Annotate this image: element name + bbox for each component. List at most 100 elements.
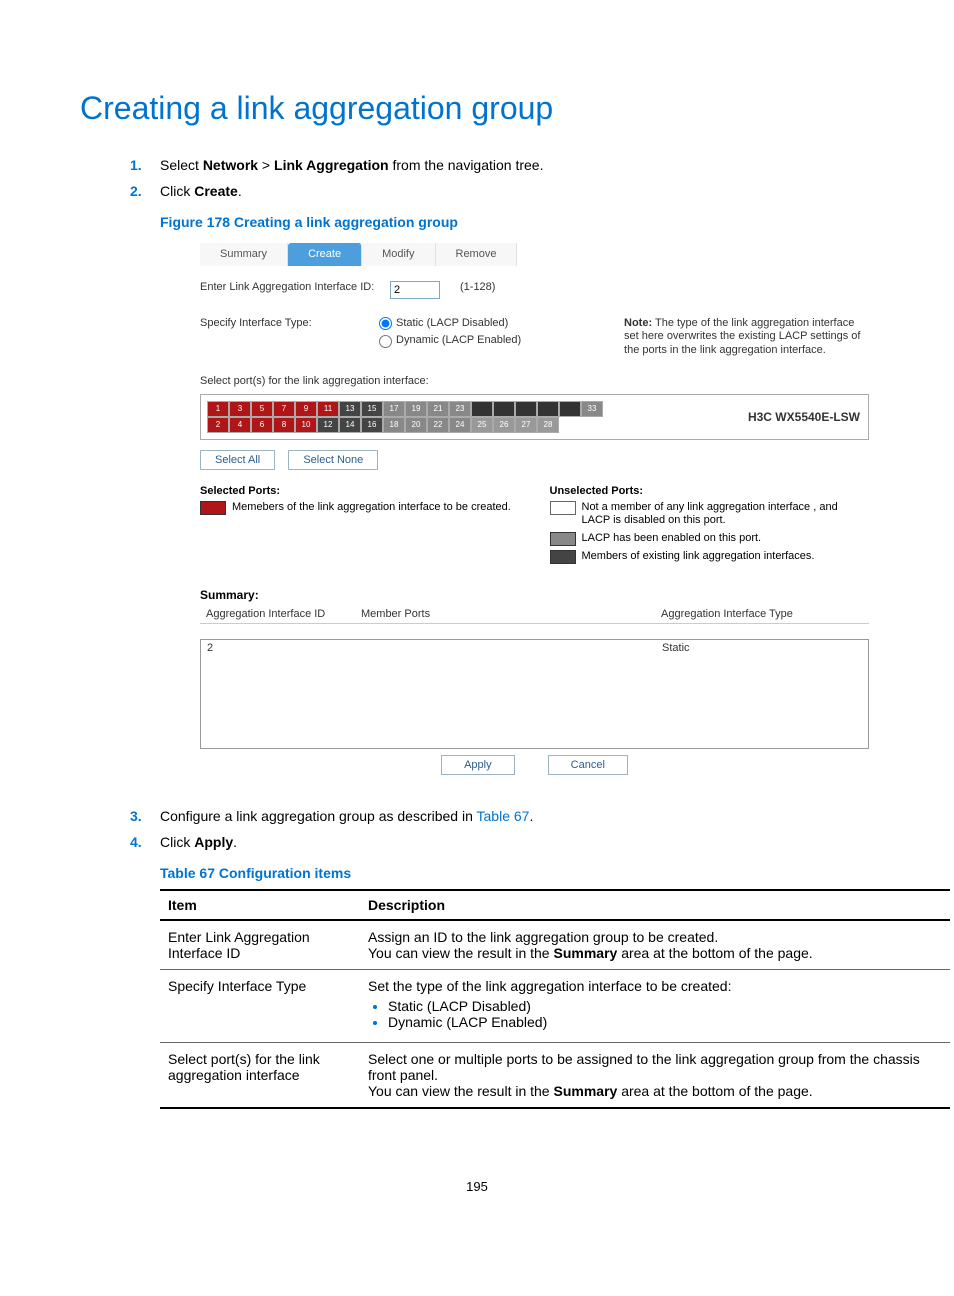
step-4-num: 4. (130, 834, 142, 850)
interface-type-label: Specify Interface Type: (200, 317, 379, 330)
step-4-text: Click Apply. (160, 834, 237, 850)
swatch-existing-member (550, 550, 576, 564)
summary-row-id: 2 (207, 642, 362, 655)
summary-col-id: Aggregation Interface ID (206, 608, 361, 621)
port-18[interactable]: 18 (383, 417, 405, 433)
radio-static[interactable]: Static (LACP Disabled) (379, 317, 508, 330)
port-10[interactable]: 10 (295, 417, 317, 433)
figure-screenshot: Summary Create Modify Remove Enter Link … (195, 235, 874, 803)
summary-col-ports: Member Ports (361, 608, 661, 621)
port-21[interactable]: 21 (427, 401, 449, 417)
th-desc: Description (360, 890, 950, 920)
step-1-text: Select Network > Link Aggregation from t… (160, 157, 543, 173)
tab-bar: Summary Create Modify Remove (200, 243, 869, 266)
port-12[interactable]: 12 (317, 417, 339, 433)
port-5[interactable]: 5 (251, 401, 273, 417)
port-33[interactable]: 33 (581, 401, 603, 417)
swatch-notmember (550, 501, 576, 515)
table-67-caption: Table 67 Configuration items (80, 865, 874, 881)
port-27[interactable]: 27 (515, 417, 537, 433)
apply-button[interactable]: Apply (441, 755, 515, 775)
unselected-legend-1: Not a member of any link aggregation int… (582, 501, 870, 527)
port-blank (493, 401, 515, 417)
port-15[interactable]: 15 (361, 401, 383, 417)
selected-legend-text: Memebers of the link aggregation interfa… (232, 501, 511, 514)
tab-create[interactable]: Create (288, 243, 362, 266)
summary-row-ports (362, 642, 662, 655)
step-3: 3. Configure a link aggregation group as… (160, 808, 874, 824)
bullet-dynamic: Dynamic (LACP Enabled) (388, 1014, 942, 1030)
port-24[interactable]: 24 (449, 417, 471, 433)
cell-item-1: Specify Interface Type (160, 970, 360, 1043)
cell-desc-2: Select one or multiple ports to be assig… (360, 1043, 950, 1109)
port-19[interactable]: 19 (405, 401, 427, 417)
port-22[interactable]: 22 (427, 417, 449, 433)
tab-remove[interactable]: Remove (436, 243, 518, 266)
port-13[interactable]: 13 (339, 401, 361, 417)
cell-desc-1: Set the type of the link aggregation int… (360, 970, 950, 1043)
port-8[interactable]: 8 (273, 417, 295, 433)
radio-dynamic[interactable]: Dynamic (LACP Enabled) (379, 334, 521, 347)
table-67-link[interactable]: Table 67 (477, 808, 530, 824)
cell-desc-0: Assign an ID to the link aggregation gro… (360, 920, 950, 970)
figure-caption: Figure 178 Creating a link aggregation g… (80, 214, 874, 230)
tab-summary[interactable]: Summary (200, 243, 288, 266)
select-ports-label: Select port(s) for the link aggregation … (200, 375, 869, 388)
port-6[interactable]: 6 (251, 417, 273, 433)
select-all-button[interactable]: Select All (200, 450, 275, 470)
port-3[interactable]: 3 (229, 401, 251, 417)
interface-type-note: Note: The type of the link aggregation i… (624, 317, 869, 357)
port-28[interactable]: 28 (537, 417, 559, 433)
port-23[interactable]: 23 (449, 401, 471, 417)
step-1: 1. Select Network > Link Aggregation fro… (160, 157, 874, 173)
port-blank (537, 401, 559, 417)
selected-ports-header: Selected Ports: (200, 485, 520, 498)
tab-modify[interactable]: Modify (362, 243, 435, 266)
port-20[interactable]: 20 (405, 417, 427, 433)
unselected-legend-2: LACP has been enabled on this port. (582, 532, 762, 545)
radio-static-label: Static (LACP Disabled) (396, 317, 508, 330)
port-17[interactable]: 17 (383, 401, 405, 417)
device-model: H3C WX5540E-LSW (748, 410, 860, 424)
port-11[interactable]: 11 (317, 401, 339, 417)
swatch-selected (200, 501, 226, 515)
th-item: Item (160, 890, 360, 920)
step-4: 4. Click Apply. (160, 834, 874, 850)
page-number: 195 (80, 1179, 874, 1194)
step-2: 2. Click Create. (160, 183, 874, 199)
port-2[interactable]: 2 (207, 417, 229, 433)
step-2-num: 2. (130, 183, 142, 199)
cell-item-0: Enter Link Aggregation Interface ID (160, 920, 360, 970)
step-1-num: 1. (130, 157, 142, 173)
step-3-text: Configure a link aggregation group as de… (160, 808, 533, 824)
radio-dynamic-label: Dynamic (LACP Enabled) (396, 334, 521, 347)
port-7[interactable]: 7 (273, 401, 295, 417)
interface-id-range: (1-128) (460, 281, 495, 294)
select-none-button[interactable]: Select None (288, 450, 378, 470)
port-panel: 1357911131517192123332468101214161820222… (200, 394, 869, 440)
port-9[interactable]: 9 (295, 401, 317, 417)
port-4[interactable]: 4 (229, 417, 251, 433)
summary-col-type: Aggregation Interface Type (661, 608, 831, 621)
config-table: Item Description Enter Link Aggregation … (160, 889, 950, 1109)
unselected-ports-header: Unselected Ports: (550, 485, 870, 498)
port-blank (515, 401, 537, 417)
interface-id-input[interactable] (390, 281, 440, 299)
cell-item-2: Select port(s) for the link aggregation … (160, 1043, 360, 1109)
port-blank (471, 401, 493, 417)
port-blank (559, 401, 581, 417)
port-16[interactable]: 16 (361, 417, 383, 433)
port-14[interactable]: 14 (339, 417, 361, 433)
bullet-static: Static (LACP Disabled) (388, 998, 942, 1014)
port-25[interactable]: 25 (471, 417, 493, 433)
cancel-button[interactable]: Cancel (548, 755, 628, 775)
radio-dynamic-input[interactable] (379, 335, 392, 348)
interface-id-label: Enter Link Aggregation Interface ID: (200, 281, 390, 294)
port-1[interactable]: 1 (207, 401, 229, 417)
unselected-legend-3: Members of existing link aggregation int… (582, 550, 815, 563)
port-26[interactable]: 26 (493, 417, 515, 433)
radio-static-input[interactable] (379, 317, 392, 330)
step-3-num: 3. (130, 808, 142, 824)
swatch-lacp-enabled (550, 532, 576, 546)
summary-block: 2 Static (200, 639, 869, 749)
